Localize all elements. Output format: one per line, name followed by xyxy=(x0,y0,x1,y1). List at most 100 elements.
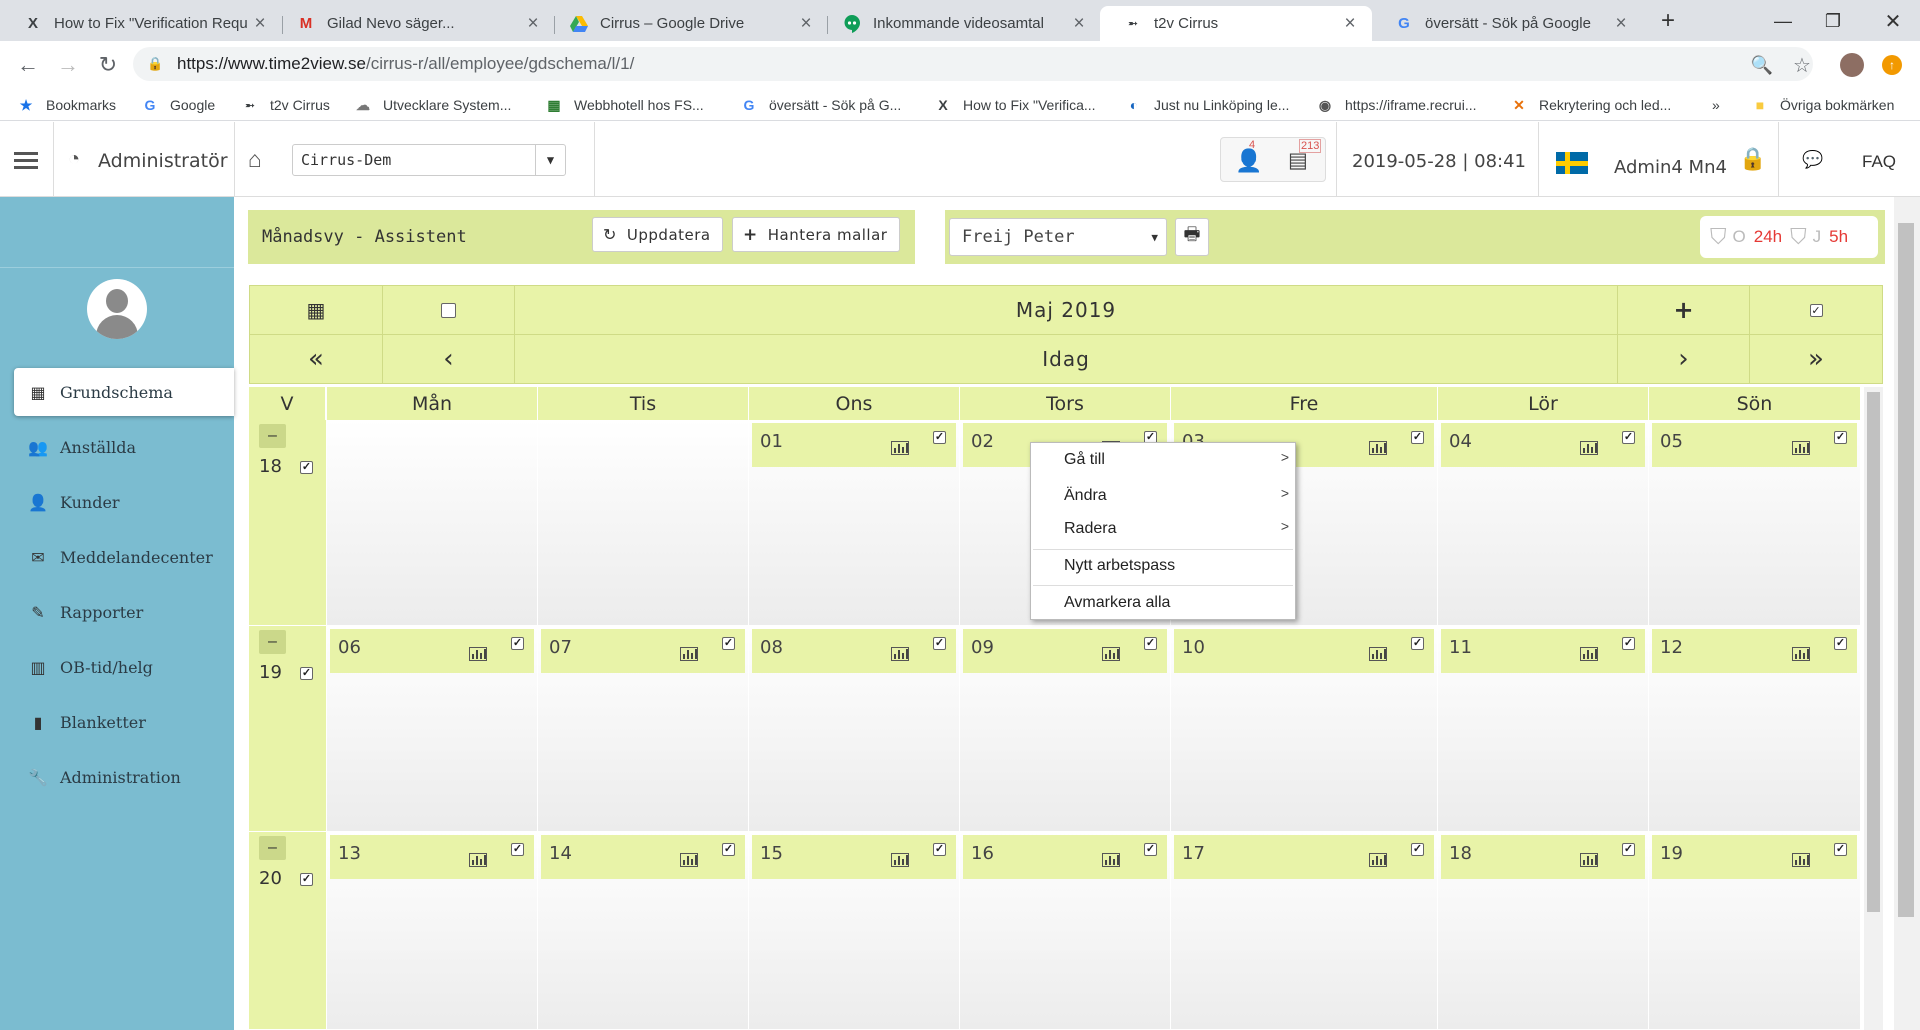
select-all-checkbox[interactable] xyxy=(441,302,456,318)
manage-templates-button[interactable]: + Hantera mallar xyxy=(732,217,900,252)
day-cell[interactable]: 11 ✓ xyxy=(1438,626,1649,832)
calendar-scrollbar[interactable] xyxy=(1864,387,1883,1030)
bar-chart-icon[interactable] xyxy=(1792,853,1810,867)
bar-chart-icon[interactable] xyxy=(1102,853,1120,867)
bookmark-item[interactable]: ☁ Utvecklare System... xyxy=(355,94,511,116)
sidebar-item-administration[interactable]: 🔧 Administration xyxy=(14,753,234,801)
day-cell[interactable]: 07 ✓ xyxy=(538,626,749,832)
bar-chart-icon[interactable] xyxy=(680,853,698,867)
bookmark-item[interactable]: Göversätt - Sök på G... xyxy=(741,94,902,116)
extension-icon[interactable]: ↑ xyxy=(1876,49,1908,81)
sidebar-item-blanketter[interactable]: ▮ Blanketter xyxy=(14,698,234,746)
print-button[interactable]: 🖶 xyxy=(1175,218,1209,256)
zoom-icon[interactable]: 🔍 xyxy=(1746,49,1778,81)
bar-chart-icon[interactable] xyxy=(891,441,909,455)
chat-icon[interactable]: 💬 xyxy=(1802,150,1823,170)
bookmark-item[interactable]: ✕ Rekrytering och led... xyxy=(1511,94,1671,116)
day-cell[interactable]: 04 ✓ xyxy=(1438,420,1649,626)
browser-tab[interactable]: Cirrus – Google Drive × xyxy=(546,6,828,41)
bar-chart-icon[interactable] xyxy=(1102,647,1120,661)
bookmark-item[interactable]: ◉ https://iframe.recrui... xyxy=(1317,94,1477,116)
bar-chart-icon[interactable] xyxy=(469,647,487,661)
check-all-checkbox[interactable]: ✓ xyxy=(1809,303,1823,317)
bar-chart-icon[interactable] xyxy=(1369,647,1387,661)
day-checkbox[interactable]: ✓ xyxy=(1144,637,1157,650)
day-cell[interactable]: 06 ✓ xyxy=(327,626,538,832)
star-icon[interactable]: ☆ xyxy=(1786,49,1818,81)
bar-chart-icon[interactable] xyxy=(1369,441,1387,455)
refresh-button[interactable]: ↻ Uppdatera xyxy=(592,217,723,252)
next-month-button[interactable]: › xyxy=(1617,334,1750,384)
context-menu-deselect-all[interactable]: Avmarkera alla xyxy=(1064,594,1170,612)
context-menu-new-shift[interactable]: Nytt arbetspass xyxy=(1064,557,1175,575)
today-button[interactable]: Idag xyxy=(514,334,1618,384)
day-checkbox[interactable]: ✓ xyxy=(1622,637,1635,650)
previous-year-button[interactable]: « xyxy=(249,334,383,384)
close-tab-icon[interactable]: × xyxy=(1069,13,1089,35)
sidebar-item-ob-tid-helg[interactable]: ▥ OB-tid/helg xyxy=(14,643,234,691)
day-checkbox[interactable]: ✓ xyxy=(1411,431,1424,444)
calendar-picker-button[interactable]: ▦ xyxy=(249,285,383,335)
day-cell[interactable]: 17 ✓ xyxy=(1171,832,1438,1030)
reload-button[interactable]: ↻ xyxy=(92,49,124,81)
bookmark-item[interactable]: ◐ Just nu Linköping le... xyxy=(1126,94,1290,116)
faq-link[interactable]: FAQ xyxy=(1862,152,1896,172)
bar-chart-icon[interactable] xyxy=(1580,647,1598,661)
close-window-button[interactable]: ✕ xyxy=(1870,6,1916,36)
sidebar-item-grundschema[interactable]: ▦ Grundschema xyxy=(14,368,234,416)
context-menu-goto[interactable]: Gå till xyxy=(1064,451,1105,469)
collapse-week-button[interactable]: – xyxy=(259,630,286,654)
bar-chart-icon[interactable] xyxy=(891,647,909,661)
bar-chart-icon[interactable] xyxy=(680,647,698,661)
restore-window-button[interactable]: ❐ xyxy=(1810,6,1856,36)
day-cell[interactable]: 13 ✓ xyxy=(327,832,538,1030)
profile-avatar[interactable] xyxy=(1836,49,1868,81)
day-checkbox[interactable]: ✓ xyxy=(1622,843,1635,856)
bar-chart-icon[interactable] xyxy=(1792,647,1810,661)
week-checkbox[interactable]: ✓ xyxy=(300,667,313,680)
bookmark-item[interactable]: ➵ t2v Cirrus xyxy=(242,94,330,116)
day-checkbox[interactable]: ✓ xyxy=(1834,431,1847,444)
day-cell[interactable]: 18 ✓ xyxy=(1438,832,1649,1030)
minimize-window-button[interactable]: — xyxy=(1760,6,1806,36)
browser-tab[interactable]: X How to Fix "Verification Requ × xyxy=(0,6,282,41)
page-scrollbar[interactable] xyxy=(1894,197,1920,1030)
day-checkbox[interactable]: ✓ xyxy=(933,637,946,650)
new-tab-button[interactable]: + xyxy=(1645,6,1691,36)
day-cell[interactable]: 08 ✓ xyxy=(749,626,960,832)
swedish-flag-icon[interactable] xyxy=(1556,152,1588,174)
sidebar-item-anstallda[interactable]: 👥 Anställda xyxy=(14,423,234,471)
bar-chart-icon[interactable] xyxy=(1369,853,1387,867)
empty-day-cell[interactable] xyxy=(538,420,749,626)
day-cell[interactable]: 12 ✓ xyxy=(1649,626,1861,832)
bookmark-item[interactable]: X How to Fix "Verifica... xyxy=(935,94,1095,116)
empty-day-cell[interactable] xyxy=(327,420,538,626)
close-tab-icon[interactable]: × xyxy=(250,13,270,35)
browser-tab-active[interactable]: ➵ t2v Cirrus × xyxy=(1100,6,1372,41)
day-checkbox[interactable]: ✓ xyxy=(1144,843,1157,856)
day-cell[interactable]: 16 ✓ xyxy=(960,832,1171,1030)
day-cell[interactable]: 09 ✓ xyxy=(960,626,1171,832)
sidebar-item-kunder[interactable]: 👤 Kunder xyxy=(14,478,234,526)
bookmark-item[interactable]: ★ Bookmarks xyxy=(18,94,116,116)
day-checkbox[interactable]: ✓ xyxy=(1411,637,1424,650)
bookmark-item[interactable]: G Google xyxy=(142,94,216,116)
browser-tab[interactable]: M Gilad Nevo säger... × xyxy=(273,6,555,41)
bookmark-item[interactable]: ▦ Webbhotell hos FS... xyxy=(546,94,703,116)
close-tab-icon[interactable]: × xyxy=(523,13,543,35)
bar-chart-icon[interactable] xyxy=(1580,853,1598,867)
address-bar[interactable]: 🔒 https://www.time2view.se/cirrus-r/all/… xyxy=(133,47,1813,81)
employee-select[interactable]: Freij Peter ▼ xyxy=(949,218,1167,256)
bookmarks-overflow-button[interactable]: » xyxy=(1712,94,1720,116)
context-menu-delete[interactable]: Radera xyxy=(1064,520,1116,538)
calendar-scrollbar-thumb[interactable] xyxy=(1867,392,1880,912)
close-tab-icon[interactable]: × xyxy=(1340,13,1360,35)
day-checkbox[interactable]: ✓ xyxy=(511,637,524,650)
sidebar-item-rapporter[interactable]: ✎ Rapporter xyxy=(14,588,234,636)
context-menu-edit[interactable]: Ändra xyxy=(1064,487,1107,505)
select-all-checkbox-cell[interactable] xyxy=(382,285,515,335)
forward-button[interactable]: → xyxy=(52,49,84,81)
day-cell[interactable]: 05 ✓ xyxy=(1649,420,1861,626)
page-scrollbar-thumb[interactable] xyxy=(1898,223,1914,917)
day-checkbox[interactable]: ✓ xyxy=(933,431,946,444)
